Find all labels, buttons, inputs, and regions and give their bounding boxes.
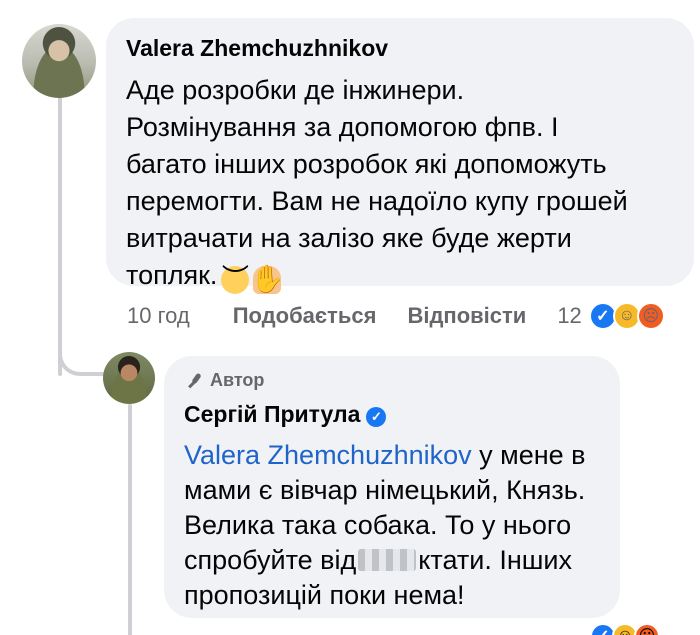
author-badge-label: Автор bbox=[210, 370, 265, 390]
reply-connector bbox=[58, 330, 104, 376]
next-reaction-summary[interactable]: ✓ ☺ ☹ bbox=[590, 623, 660, 635]
mention-link[interactable]: Valera Zhemchuzhnikov bbox=[184, 440, 472, 470]
comment-text: Аде розробки де інжинери. Розмінування з… bbox=[126, 75, 628, 290]
angry-icon: ☹ bbox=[634, 623, 660, 635]
like-button[interactable]: Подобається bbox=[233, 303, 377, 329]
reply-button[interactable]: Відповісти bbox=[407, 303, 526, 329]
reaction-count[interactable]: 12 bbox=[557, 303, 581, 329]
reply-author[interactable]: Сергій Притула ✓ bbox=[184, 400, 387, 428]
comment-body: Аде розробки де інжинери. Розмінування з… bbox=[126, 72, 676, 294]
comment-time[interactable]: 10 год bbox=[127, 303, 190, 329]
angry-icon: ☹ bbox=[636, 302, 665, 330]
reply-body: Valera Zhemchuzhnikov у мене в мами є ві… bbox=[184, 438, 604, 613]
author-badge: Автор bbox=[186, 370, 264, 391]
author-avatar[interactable] bbox=[103, 352, 155, 404]
comment-author[interactable]: Valera Zhemchuzhnikov bbox=[126, 34, 388, 62]
reply-author-name[interactable]: Сергій Притула bbox=[184, 401, 360, 427]
comment-meta: 10 год Подобається Відповісти 12 ✓ ☺ ☹ bbox=[127, 298, 665, 334]
comment-bubble: Valera Zhemchuzhnikov Аде розробки де ін… bbox=[106, 18, 694, 294]
pensive-face-icon: ︶ bbox=[221, 264, 250, 294]
reply-thread-connector bbox=[128, 404, 132, 635]
verified-icon: ✓ bbox=[366, 407, 387, 427]
reply-bubble: Автор Сергій Притула ✓ Valera Zhemchuzhni… bbox=[164, 356, 620, 618]
redaction-blur bbox=[358, 549, 417, 571]
reaction-summary[interactable]: ✓ ☺ ☹ bbox=[588, 302, 665, 330]
commenter-avatar[interactable] bbox=[22, 24, 96, 98]
microphone-icon bbox=[186, 372, 204, 390]
facepalm-icon: ✋ bbox=[250, 264, 285, 294]
